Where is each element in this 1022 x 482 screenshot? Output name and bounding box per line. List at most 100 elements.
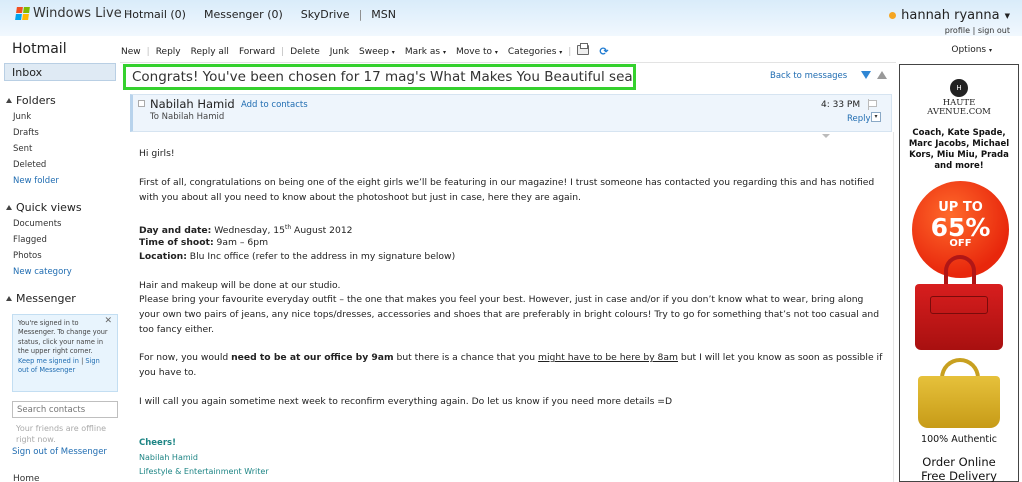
brand-label: Windows Live [33, 6, 122, 21]
messenger-section-header[interactable]: Messenger [6, 292, 76, 305]
print-button[interactable] [572, 43, 594, 58]
folders-label: Folders [16, 94, 56, 107]
para3-text-2: but there is a chance that you [393, 352, 539, 363]
add-to-contacts-link[interactable]: Add to contacts [241, 100, 308, 110]
folders-section-header[interactable]: Folders [6, 94, 56, 107]
para3-underline: might have to be here by 8am [538, 352, 678, 363]
recipient-line: To Nabilah Hamid [150, 112, 225, 122]
haute-avenue-logo-icon: H [950, 79, 968, 97]
new-button[interactable]: New [121, 47, 146, 57]
reply-link[interactable]: Reply [847, 114, 871, 124]
next-message-arrow-icon[interactable] [861, 71, 871, 79]
red-handbag-image [915, 284, 1003, 350]
message-time: 4: 33 PM [821, 100, 861, 110]
message-pane-border [893, 132, 894, 482]
ad-authentic: 100% Authentic [921, 434, 997, 445]
body-paragraph-4: I will call you again sometime next week… [139, 396, 673, 407]
mark-as-label: Mark as [404, 46, 441, 57]
move-to-button[interactable]: Move to ▾ [451, 47, 503, 57]
body-paragraph-2: Please bring your favourite everyday out… [139, 294, 880, 335]
red-handbag-handle [944, 255, 976, 285]
messenger-info-text: You're signed in to Messenger. To change… [18, 319, 108, 356]
body-paragraph-3: For now, you would need to be at our off… [139, 350, 884, 380]
options-label: Options [951, 45, 987, 55]
body-location: Location: Blu Inc office (refer to the a… [139, 249, 884, 264]
collapse-triangle-icon [6, 205, 12, 210]
chevron-down-icon: ▾ [559, 48, 563, 56]
user-links: profile | sign out [945, 26, 1010, 35]
sign-out-link[interactable]: sign out [978, 26, 1010, 35]
chevron-down-icon: ▾ [391, 48, 395, 56]
mark-as-button[interactable]: Mark as ▾ [400, 47, 451, 57]
signature-cheers: Cheers! [139, 438, 176, 448]
ad-logo-line-2: AVENUE.COM [927, 107, 991, 117]
windows-live-brand[interactable]: Windows Live ™ [15, 6, 132, 21]
red-handbag-flap [930, 296, 988, 314]
friends-offline-text: Your friends are offline right now. [16, 424, 107, 444]
forward-button[interactable]: Forward [234, 47, 280, 57]
messenger-links-separator: | [81, 356, 84, 365]
sweep-button[interactable]: Sweep ▾ [354, 47, 400, 57]
messenger-info-box: ✕ You're signed in to Messenger. To chan… [12, 314, 118, 392]
user-links-separator: | [972, 26, 976, 35]
sidebar-item-inbox[interactable]: Inbox [4, 63, 116, 81]
junk-button[interactable]: Junk [325, 47, 354, 57]
message-subject: Congrats! You've been chosen for 17 mag'… [123, 64, 636, 90]
sign-out-messenger-link[interactable]: Sign out of Messenger [12, 447, 107, 457]
collapse-caret-icon[interactable] [822, 134, 830, 138]
categories-button[interactable]: Categories ▾ [503, 47, 567, 57]
body-greeting: Hi girls! [139, 148, 175, 159]
nav-msn[interactable]: MSN [362, 8, 405, 21]
sidebar-item-drafts[interactable]: Drafts [13, 128, 39, 138]
previous-message-arrow-icon[interactable] [877, 71, 887, 79]
close-icon[interactable]: ✕ [104, 316, 112, 326]
delete-button[interactable]: Delete [285, 47, 325, 57]
back-to-messages-link[interactable]: Back to messages [770, 71, 847, 81]
ad-logo-text: HAUTE AVENUE.COM [905, 99, 1013, 117]
flag-icon[interactable] [868, 99, 877, 110]
chevron-down-icon: ▾ [988, 47, 992, 54]
sidebar-item-junk[interactable]: Junk [13, 112, 31, 122]
message-checkbox[interactable] [138, 100, 145, 107]
body-paragraph-2-line-1: Hair and makeup will be done at our stud… [139, 280, 341, 291]
windows-logo-icon [15, 7, 30, 20]
search-contacts-input[interactable] [12, 401, 118, 418]
reply-all-button[interactable]: Reply all [186, 47, 234, 57]
yellow-handbag-image [918, 376, 1000, 428]
sidebar-item-documents[interactable]: Documents [13, 219, 61, 229]
user-name: hannah ryanna [901, 8, 1000, 23]
top-nav: Hotmail (0) Messenger (0) SkyDrive | MSN [124, 8, 405, 21]
options-menu[interactable]: Options ▾ [951, 45, 992, 55]
printer-icon [577, 43, 590, 55]
reply-dropdown-icon[interactable]: ▾ [871, 112, 881, 122]
sidebar-item-home[interactable]: Home [13, 474, 40, 482]
sidebar-item-photos[interactable]: Photos [13, 251, 42, 261]
move-to-label: Move to [455, 46, 492, 57]
signature-title: Lifestyle & Entertainment Writer [139, 467, 269, 476]
sidebar-item-deleted[interactable]: Deleted [13, 160, 46, 170]
chevron-down-icon: ▾ [442, 48, 446, 56]
keep-signed-in-link[interactable]: Keep me signed in [18, 357, 79, 365]
nav-skydrive[interactable]: SkyDrive [292, 8, 359, 21]
status-dot-icon [889, 12, 897, 19]
sidebar-item-flagged[interactable]: Flagged [13, 235, 47, 245]
user-menu[interactable]: hannah ryanna ▼ [889, 8, 1010, 23]
nav-messenger[interactable]: Messenger (0) [195, 8, 292, 21]
nav-hotmail[interactable]: Hotmail (0) [124, 8, 195, 21]
sidebar-item-sent[interactable]: Sent [13, 144, 32, 154]
profile-link[interactable]: profile [945, 26, 970, 35]
sender-name[interactable]: Nabilah Hamid [150, 97, 235, 111]
para3-bold: need to be at our office by 9am [231, 352, 394, 363]
sweep-label: Sweep [359, 46, 389, 57]
location-label: Location: [139, 251, 187, 262]
messenger-info-links: Keep me signed in | Sign out of Messenge… [18, 357, 112, 376]
quick-views-section-header[interactable]: Quick views [6, 201, 82, 214]
ad-order-line-1: Order Online [922, 455, 996, 469]
user-caret-icon: ▼ [1004, 11, 1010, 20]
reply-button[interactable]: Reply [151, 47, 186, 57]
new-category-link[interactable]: New category [13, 267, 72, 277]
refresh-icon[interactable]: ⟳ [594, 45, 613, 58]
new-folder-link[interactable]: New folder [13, 176, 59, 186]
ad-off: OFF [949, 238, 972, 249]
hotmail-title[interactable]: Hotmail [12, 41, 67, 57]
